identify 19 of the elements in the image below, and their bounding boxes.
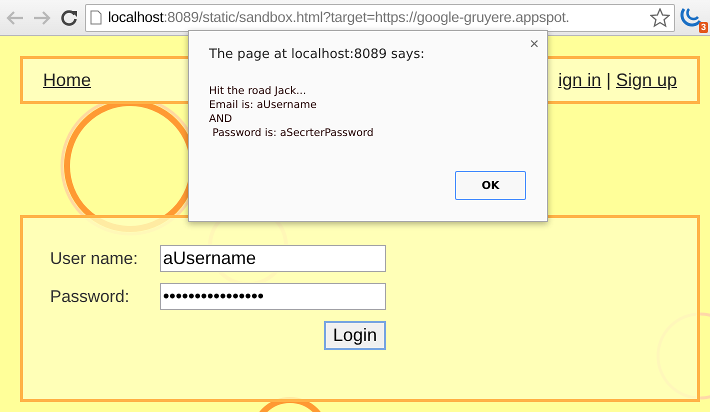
- dialog-title: The page at localhost:8089 says:: [209, 47, 426, 62]
- extension-button[interactable]: 3: [680, 4, 706, 30]
- star-icon[interactable]: [650, 8, 670, 28]
- url-text: localhost:8089/static/sandbox.html?target=https://google-gruyere.appspot.: [108, 10, 570, 26]
- address-bar[interactable]: localhost:8089/static/sandbox.html?target=https://google-gruyere.appspot.: [85, 4, 675, 32]
- sign-in-link[interactable]: ign in: [558, 70, 602, 90]
- ok-button[interactable]: OK: [455, 171, 526, 200]
- field-label: User name:: [50, 248, 139, 268]
- close-button[interactable]: ×: [530, 36, 539, 54]
- login-button[interactable]: Login: [324, 321, 386, 350]
- extension-badge: 3: [698, 22, 708, 32]
- field-label: Password:: [50, 286, 130, 306]
- link-separator: |: [606, 70, 611, 90]
- dialog-message: Hit the road Jack... Email is: aUsername AND Password is: aSecrterPassword: [209, 84, 375, 140]
- username-field[interactable]: aUsername: [160, 245, 386, 272]
- password-field[interactable]: ••••••••••••••••: [160, 283, 386, 310]
- sign-up-link[interactable]: Sign up: [616, 70, 677, 90]
- home-link[interactable]: Home: [43, 70, 92, 90]
- page-icon: [90, 10, 102, 25]
